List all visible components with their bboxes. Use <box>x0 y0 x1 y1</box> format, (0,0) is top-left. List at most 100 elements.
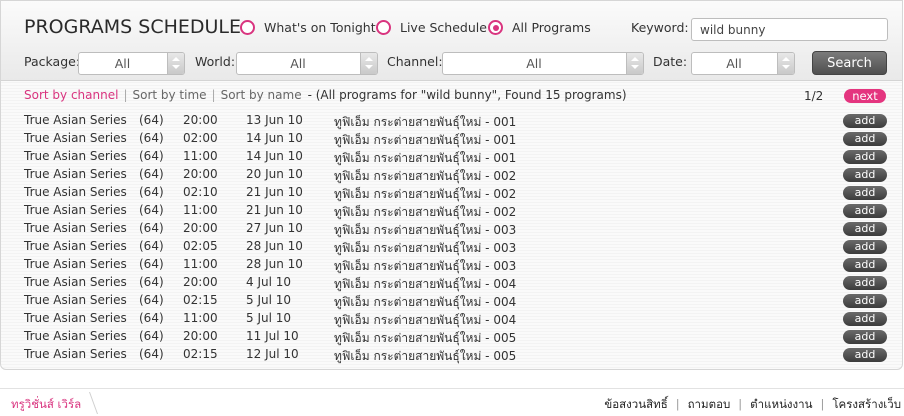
add-program-button[interactable]: add <box>843 276 887 290</box>
add-program-button[interactable]: add <box>843 222 887 236</box>
program-title: ทูฟิเอ็ม กระต่ายสายพันธุ์ใหม่ - 005 <box>334 349 517 363</box>
program-channel-number: (64) <box>139 167 164 181</box>
radio-whats-on-tonight[interactable]: What's on Tonight <box>240 20 376 35</box>
program-channel-number: (64) <box>139 275 164 289</box>
program-row: True Asian Series (64) 11:00 5 Jul 10 ทูฟิเอ… <box>1 310 902 328</box>
keyword-label: Keyword: <box>631 20 689 35</box>
program-channel-number: (64) <box>139 293 164 307</box>
results-summary: - (All programs for "wild bunny", Found … <box>307 88 627 102</box>
footer: ทรูวิชั่นส์ เวิร์ล ข้อสงวนสิทธิ์ | ถามตอบ |… <box>0 388 904 416</box>
add-program-button[interactable]: add <box>843 204 887 218</box>
program-row: True Asian Series (64) 02:15 12 Jul 10 ทูฟิเ… <box>1 346 902 364</box>
program-time: 11:00 <box>183 203 218 217</box>
program-channel-number: (64) <box>139 257 164 271</box>
program-row: True Asian Series (64) 11:00 14 Jun 10 ทูฟิเ… <box>1 148 902 166</box>
program-date: 28 Jun 10 <box>246 239 303 253</box>
program-channel-number: (64) <box>139 203 164 217</box>
footer-link-terms[interactable]: ข้อสงวนสิทธิ์ <box>604 397 667 411</box>
program-channel-number: (64) <box>139 311 164 325</box>
add-program-button[interactable]: add <box>843 132 887 146</box>
schedule-header: PROGRAMS SCHEDULE What's on Tonight Live… <box>1 1 902 81</box>
add-program-button[interactable]: add <box>843 258 887 272</box>
program-date: 20 Jun 10 <box>246 167 303 181</box>
program-date: 28 Jun 10 <box>246 257 303 271</box>
program-time: 02:15 <box>183 347 218 361</box>
add-program-button[interactable]: add <box>843 186 887 200</box>
add-program-button[interactable]: add <box>843 330 887 344</box>
program-channel-number: (64) <box>139 113 164 127</box>
radio-all-programs[interactable]: All Programs <box>488 20 591 35</box>
package-label: Package: <box>24 54 81 69</box>
program-date: 21 Jun 10 <box>246 203 303 217</box>
date-select[interactable]: All <box>691 52 795 75</box>
next-page-button[interactable]: next <box>844 89 886 103</box>
program-channel: True Asian Series <box>24 311 127 325</box>
program-channel: True Asian Series <box>24 257 127 271</box>
program-date: 14 Jun 10 <box>246 149 303 163</box>
program-row: True Asian Series (64) 20:00 11 Jul 10 ทูฟิเ… <box>1 328 902 346</box>
add-program-button[interactable]: add <box>843 114 887 128</box>
breadcrumb-chevron-icon <box>79 392 99 414</box>
page-indicator: 1/2 <box>804 89 824 103</box>
select-arrows-icon <box>360 53 377 74</box>
package-select[interactable]: All <box>78 52 185 75</box>
sort-separator: | <box>211 88 216 102</box>
program-time: 20:00 <box>183 275 218 289</box>
program-channel: True Asian Series <box>24 131 127 145</box>
program-channel: True Asian Series <box>24 293 127 307</box>
program-date: 5 Jul 10 <box>246 293 292 307</box>
program-channel-number: (64) <box>139 347 164 361</box>
program-date: 12 Jul 10 <box>246 347 299 361</box>
program-time: 11:00 <box>183 257 218 271</box>
program-channel: True Asian Series <box>24 149 127 163</box>
program-row: True Asian Series (64) 02:00 14 Jun 10 ทูฟิเ… <box>1 130 902 148</box>
program-date: 14 Jun 10 <box>246 131 303 145</box>
program-row: True Asian Series (64) 11:00 21 Jun 10 ทูฟิเ… <box>1 202 902 220</box>
footer-link-sitemap[interactable]: โครงสร้างเว็บ <box>832 397 901 411</box>
sort-by-channel-link[interactable]: Sort by channel <box>24 88 118 102</box>
program-time: 20:00 <box>183 329 218 343</box>
program-time: 20:00 <box>183 113 218 127</box>
program-channel-number: (64) <box>139 131 164 145</box>
add-program-button[interactable]: add <box>843 240 887 254</box>
program-channel-number: (64) <box>139 239 164 253</box>
program-channel-number: (64) <box>139 185 164 199</box>
program-time: 02:10 <box>183 185 218 199</box>
program-channel: True Asian Series <box>24 239 127 253</box>
add-program-button[interactable]: add <box>843 168 887 182</box>
program-row: True Asian Series (64) 20:00 27 Jun 10 ทูฟิเ… <box>1 220 902 238</box>
sort-by-time-link[interactable]: Sort by time <box>132 88 206 102</box>
page-title: PROGRAMS SCHEDULE <box>24 16 242 38</box>
sort-by-name-link[interactable]: Sort by name <box>221 88 302 102</box>
program-date: 4 Jul 10 <box>246 275 292 289</box>
footer-brand-link[interactable]: ทรูวิชั่นส์ เวิร์ล <box>11 396 81 414</box>
radio-live-schedule[interactable]: Live Schedule <box>376 20 487 35</box>
channel-label: Channel: <box>387 54 443 69</box>
footer-link-faq[interactable]: ถามตอบ <box>688 397 731 411</box>
date-label: Date: <box>653 54 688 69</box>
program-row: True Asian Series (64) 20:00 13 Jun 10 ทูฟิเ… <box>1 112 902 130</box>
add-program-button[interactable]: add <box>843 150 887 164</box>
program-date: 11 Jul 10 <box>246 329 299 343</box>
footer-separator: | <box>675 397 680 411</box>
add-program-button[interactable]: add <box>843 312 887 326</box>
program-channel: True Asian Series <box>24 329 127 343</box>
channel-select[interactable]: All <box>442 52 644 75</box>
add-program-button[interactable]: add <box>843 348 887 362</box>
program-channel-number: (64) <box>139 221 164 235</box>
keyword-input[interactable] <box>691 18 888 41</box>
program-row: True Asian Series (64) 02:10 21 Jun 10 ทูฟิเ… <box>1 184 902 202</box>
radio-circle-icon <box>240 20 255 35</box>
add-program-button[interactable]: add <box>843 294 887 308</box>
program-time: 11:00 <box>183 311 218 325</box>
select-arrows-icon <box>167 53 184 74</box>
radio-selected-icon <box>488 20 503 35</box>
program-channel: True Asian Series <box>24 275 127 289</box>
program-channel: True Asian Series <box>24 113 127 127</box>
search-button[interactable]: Search <box>812 51 887 75</box>
select-arrows-icon <box>626 53 643 74</box>
world-select[interactable]: All <box>236 52 378 75</box>
program-row: True Asian Series (64) 20:00 4 Jul 10 ทูฟิเอ… <box>1 274 902 292</box>
program-row: True Asian Series (64) 02:15 5 Jul 10 ทูฟิเอ… <box>1 292 902 310</box>
footer-link-jobs[interactable]: ตำแหน่งงาน <box>750 397 812 411</box>
